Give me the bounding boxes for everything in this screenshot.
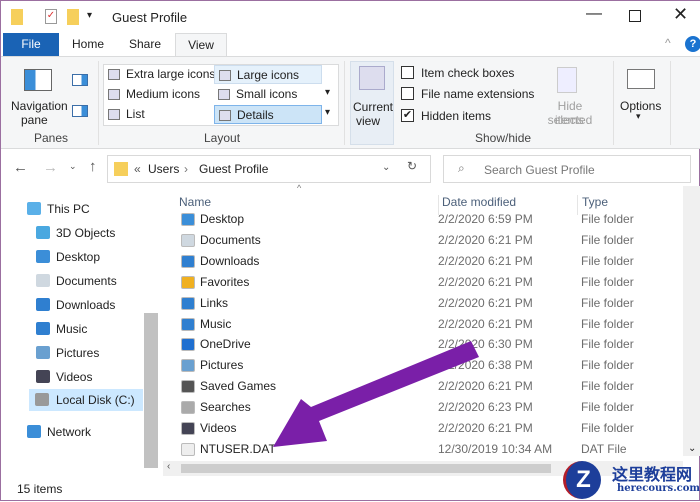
annotation-arrow	[273, 341, 479, 447]
purple-arrow-icon	[273, 341, 479, 447]
watermark-logo: Z 这里教程网 herecours.com	[557, 459, 700, 501]
item-count: 15 items	[17, 482, 63, 496]
